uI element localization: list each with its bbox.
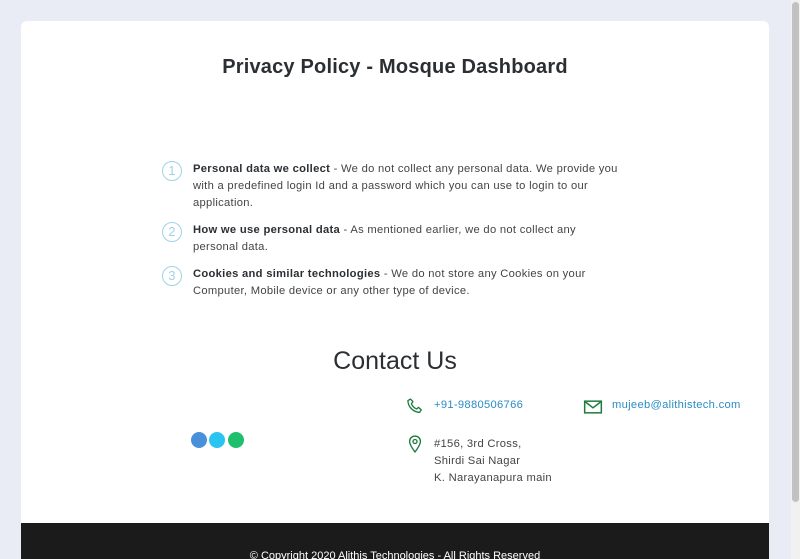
step-number-1: 1 [162, 161, 182, 181]
page-scrollbar[interactable] [791, 0, 800, 559]
address-line-3: K. Narayanapura main [434, 472, 552, 484]
policy-heading: Personal data we collect [193, 163, 331, 175]
page-title: Privacy Policy - Mosque Dashboard [222, 56, 568, 78]
policy-list: 1 Personal data we collect - We do not c… [162, 161, 622, 300]
address-lines: #156, 3rd Cross, Shirdi Sai Nagar K. Nar… [434, 436, 552, 487]
mail-icon [583, 400, 603, 414]
policy-item: 1 Personal data we collect - We do not c… [162, 161, 622, 212]
step-number-2: 2 [162, 222, 182, 242]
loading-dots [191, 432, 244, 448]
privacy-card: Privacy Policy - Mosque Dashboard 1 Pers… [21, 21, 769, 559]
contact-title: Contact Us [333, 347, 457, 375]
scrollbar-thumb[interactable] [792, 2, 799, 502]
dot-cyan [209, 432, 226, 448]
step-number-3: 3 [162, 266, 182, 286]
copyright-text: © Copyright 2020 Alithis Technologies - … [249, 550, 541, 559]
phone-icon [407, 398, 422, 414]
footer: © Copyright 2020 Alithis Technologies - … [21, 523, 769, 559]
location-pin-icon [408, 435, 422, 453]
policy-heading: How we use personal data [193, 224, 341, 236]
address-line-2: Shirdi Sai Nagar [434, 455, 521, 467]
dot-blue [191, 432, 207, 448]
address-line-1: #156, 3rd Cross, [434, 438, 522, 450]
email-link[interactable]: mujeeb@alithistech.com [612, 399, 741, 411]
dot-green [227, 432, 244, 448]
policy-item: 3 Cookies and similar technologies - We … [162, 266, 622, 300]
phone-link[interactable]: +91-9880506766 [434, 399, 523, 411]
policy-heading: Cookies and similar technologies [193, 268, 381, 280]
policy-item: 2 How we use personal data - As mentione… [162, 222, 622, 256]
